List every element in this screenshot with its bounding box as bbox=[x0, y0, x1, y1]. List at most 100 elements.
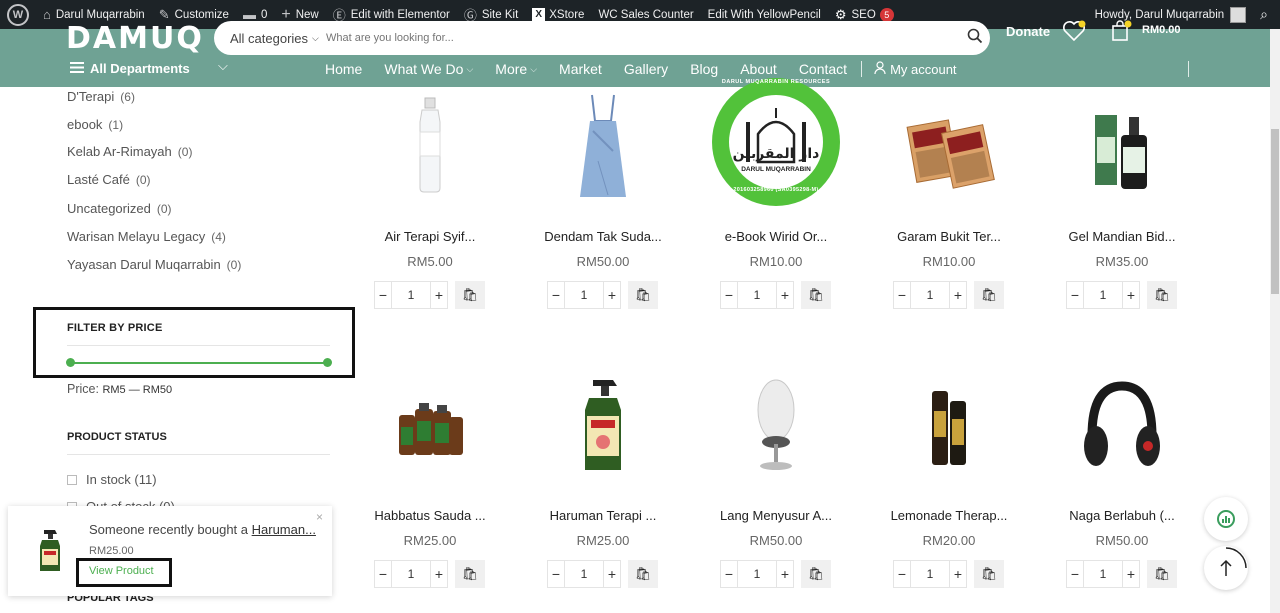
chevron-down-icon[interactable]: ⌵ bbox=[218, 58, 228, 74]
plus-button[interactable]: + bbox=[1122, 560, 1140, 588]
category-select[interactable]: All categories ⌵ bbox=[214, 31, 322, 46]
price-slider-max-handle[interactable] bbox=[323, 358, 332, 367]
my-account-link[interactable]: My account bbox=[874, 61, 957, 77]
analytics-chart-icon[interactable] bbox=[1204, 497, 1248, 541]
product-thumbnail[interactable] bbox=[33, 528, 67, 574]
plus-button[interactable]: + bbox=[1122, 281, 1140, 309]
product-link[interactable]: Haruman... bbox=[252, 522, 316, 537]
view-product-button[interactable]: View Product bbox=[89, 565, 154, 577]
site-logo[interactable]: DAMUQ bbox=[66, 21, 204, 56]
add-to-cart-button[interactable]: 🛍 bbox=[628, 560, 658, 588]
category-item[interactable]: Yayasan Darul Muqarrabin (0) bbox=[67, 257, 241, 272]
admin-search-icon[interactable]: ⌕ bbox=[1253, 0, 1280, 29]
product-image[interactable] bbox=[874, 366, 1024, 486]
search-icon[interactable] bbox=[960, 28, 990, 49]
minus-button[interactable]: − bbox=[547, 281, 565, 309]
add-to-cart-button[interactable]: 🛍 bbox=[974, 281, 1004, 309]
product-name[interactable]: Habbatus Sauda ... bbox=[345, 508, 515, 523]
back-to-top-button[interactable] bbox=[1204, 546, 1248, 590]
scrollbar-thumb[interactable] bbox=[1271, 129, 1279, 294]
plus-button[interactable]: + bbox=[430, 281, 448, 309]
quantity-value[interactable]: 1 bbox=[738, 560, 776, 588]
product-image[interactable] bbox=[528, 87, 678, 207]
close-icon[interactable]: × bbox=[316, 510, 323, 524]
donate-link[interactable]: Donate bbox=[1006, 24, 1050, 39]
minus-button[interactable]: − bbox=[720, 560, 738, 588]
minus-button[interactable]: − bbox=[547, 560, 565, 588]
product-image[interactable] bbox=[355, 366, 505, 486]
product-image[interactable] bbox=[355, 87, 505, 207]
all-departments-button[interactable]: All Departments bbox=[70, 61, 190, 76]
category-item[interactable]: Lasté Café (0) bbox=[67, 172, 151, 187]
minus-button[interactable]: − bbox=[1066, 560, 1084, 588]
quantity-stepper: −1 + 🛍 bbox=[720, 280, 870, 310]
minus-button[interactable]: − bbox=[374, 281, 392, 309]
cart-total[interactable]: RM0.00 bbox=[1142, 24, 1181, 36]
add-to-cart-button[interactable]: 🛍 bbox=[801, 281, 831, 309]
product-name[interactable]: Dendam Tak Suda... bbox=[518, 229, 688, 244]
in-stock-filter[interactable]: In stock (11) bbox=[67, 472, 157, 487]
product-name[interactable]: Naga Berlabuh (... bbox=[1037, 508, 1207, 523]
menu-item-home[interactable]: Home bbox=[325, 61, 362, 77]
menu-divider bbox=[861, 61, 863, 77]
plus-button[interactable]: + bbox=[776, 281, 794, 309]
add-to-cart-button[interactable]: 🛍 bbox=[455, 281, 485, 309]
add-to-cart-button[interactable]: 🛍 bbox=[801, 560, 831, 588]
category-item[interactable]: D'Terapi (6) bbox=[67, 89, 135, 104]
quantity-value[interactable]: 1 bbox=[392, 560, 430, 588]
price-slider-min-handle[interactable] bbox=[66, 358, 75, 367]
plus-button[interactable]: + bbox=[430, 560, 448, 588]
product-name[interactable]: Haruman Terapi ... bbox=[518, 508, 688, 523]
plus-button[interactable]: + bbox=[949, 281, 967, 309]
minus-button[interactable]: − bbox=[893, 560, 911, 588]
quantity-value[interactable]: 1 bbox=[565, 560, 603, 588]
product-image[interactable] bbox=[701, 366, 851, 486]
checkbox[interactable] bbox=[67, 474, 77, 485]
add-to-cart-button[interactable]: 🛍 bbox=[455, 560, 485, 588]
page-scrollbar[interactable] bbox=[1270, 29, 1280, 613]
quantity-value[interactable]: 1 bbox=[738, 281, 776, 309]
cart-icon[interactable] bbox=[1110, 20, 1132, 47]
menu-item-what-we-do[interactable]: What We Do ⌵ bbox=[384, 61, 473, 77]
add-to-cart-button[interactable]: 🛍 bbox=[628, 281, 658, 309]
product-name[interactable]: Lang Menyusur A... bbox=[691, 508, 861, 523]
add-to-cart-button[interactable]: 🛍 bbox=[1147, 560, 1177, 588]
product-image[interactable] bbox=[528, 366, 678, 486]
quantity-value[interactable]: 1 bbox=[911, 560, 949, 588]
plus-button[interactable]: + bbox=[603, 281, 621, 309]
menu-item-market[interactable]: Market bbox=[559, 61, 602, 77]
category-item[interactable]: ebook (1) bbox=[67, 117, 123, 132]
menu-item-gallery[interactable]: Gallery bbox=[624, 61, 668, 77]
product-image[interactable] bbox=[1047, 87, 1197, 207]
wishlist-heart-icon[interactable] bbox=[1062, 20, 1086, 48]
minus-button[interactable]: − bbox=[1066, 281, 1084, 309]
plus-button[interactable]: + bbox=[949, 560, 967, 588]
plus-button[interactable]: + bbox=[603, 560, 621, 588]
price-slider-track[interactable] bbox=[70, 362, 328, 364]
product-image[interactable] bbox=[701, 67, 851, 217]
quantity-value[interactable]: 1 bbox=[911, 281, 949, 309]
product-name[interactable]: Lemonade Therap... bbox=[864, 508, 1034, 523]
add-to-cart-button[interactable]: 🛍 bbox=[1147, 281, 1177, 309]
category-item[interactable]: Warisan Melayu Legacy (4) bbox=[67, 229, 226, 244]
category-item[interactable]: Kelab Ar-Rimayah (0) bbox=[67, 144, 192, 159]
menu-item-more[interactable]: More ⌵ bbox=[495, 61, 537, 77]
minus-button[interactable]: − bbox=[374, 560, 392, 588]
product-image[interactable] bbox=[874, 87, 1024, 207]
quantity-value[interactable]: 1 bbox=[1084, 281, 1122, 309]
product-name[interactable]: Air Terapi Syif... bbox=[345, 229, 515, 244]
wordpress-logo-icon[interactable]: W bbox=[0, 0, 36, 29]
plus-button[interactable]: + bbox=[776, 560, 794, 588]
quantity-value[interactable]: 1 bbox=[392, 281, 430, 309]
product-name[interactable]: Gel Mandian Bid... bbox=[1037, 229, 1207, 244]
quantity-value[interactable]: 1 bbox=[1084, 560, 1122, 588]
product-name[interactable]: e-Book Wirid Or... bbox=[691, 229, 861, 244]
add-to-cart-button[interactable]: 🛍 bbox=[974, 560, 1004, 588]
quantity-value[interactable]: 1 bbox=[565, 281, 603, 309]
search-input[interactable] bbox=[322, 32, 960, 44]
minus-button[interactable]: − bbox=[893, 281, 911, 309]
product-name[interactable]: Garam Bukit Ter... bbox=[864, 229, 1034, 244]
product-image[interactable] bbox=[1047, 366, 1197, 486]
minus-button[interactable]: − bbox=[720, 281, 738, 309]
category-item[interactable]: Uncategorized (0) bbox=[67, 201, 172, 216]
